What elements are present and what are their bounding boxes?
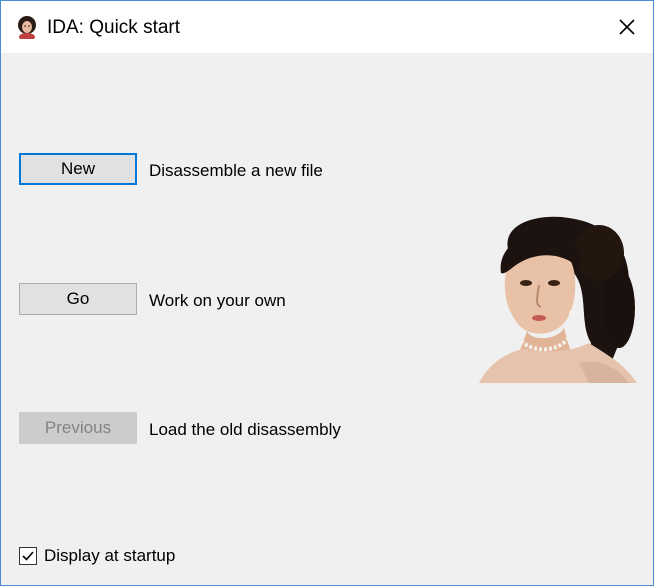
new-button[interactable]: New xyxy=(19,153,137,185)
window-title: IDA: Quick start xyxy=(47,17,181,38)
display-at-startup-checkbox[interactable] xyxy=(19,547,37,565)
checkmark-icon xyxy=(22,551,34,561)
display-at-startup-label: Display at startup xyxy=(44,546,176,565)
previous-button: Previous xyxy=(19,412,137,444)
ida-portrait-icon xyxy=(18,16,36,39)
close-button[interactable] xyxy=(601,1,653,53)
ida-portrait-image xyxy=(479,216,637,383)
go-button[interactable]: Go xyxy=(19,283,137,315)
new-description: Disassemble a new file xyxy=(149,161,323,180)
previous-description: Load the old disassembly xyxy=(149,420,341,439)
quick-start-dialog: IDA: Quick start New Disassemble a new f… xyxy=(0,0,654,586)
display-at-startup-option[interactable]: Display at startup xyxy=(19,546,175,566)
close-icon xyxy=(619,19,635,35)
title-bar[interactable]: IDA: Quick start xyxy=(1,1,653,53)
go-description: Work on your own xyxy=(149,291,286,310)
